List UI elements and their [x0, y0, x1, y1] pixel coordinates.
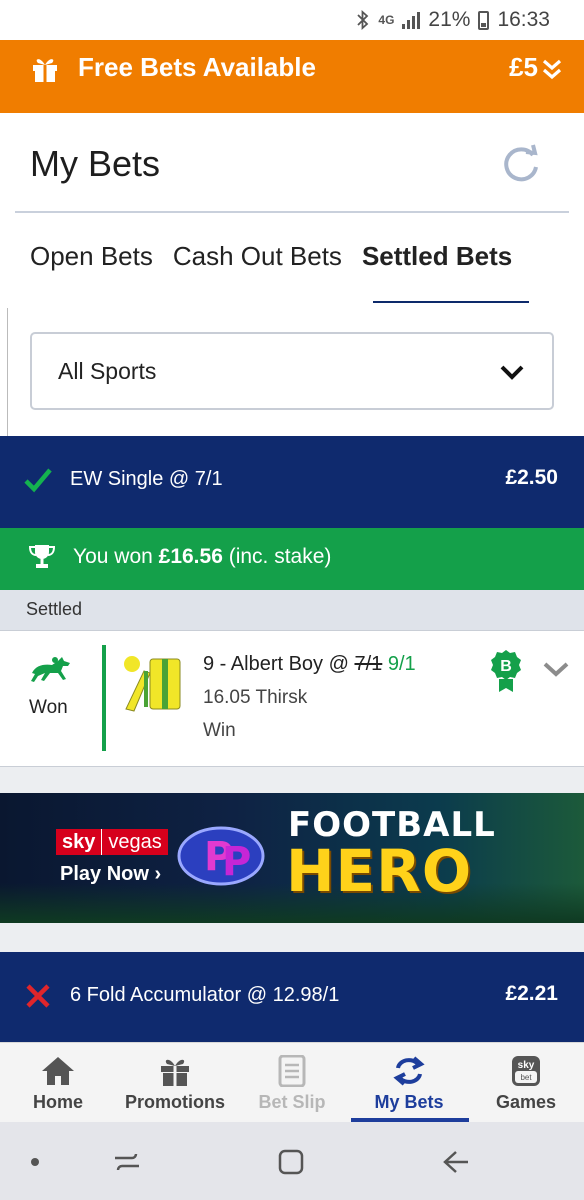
market-name: Win	[203, 720, 236, 741]
badge-letter: B	[500, 658, 512, 675]
winnings-suffix: (inc. stake)	[228, 545, 332, 568]
settled-label: Settled	[26, 599, 83, 619]
nav-label: Promotions	[124, 1092, 225, 1112]
chevron-down-icon[interactable]	[543, 661, 569, 677]
nav-label: Games	[495, 1092, 557, 1112]
jockey-silks-icon	[124, 656, 181, 712]
bet-header[interactable]: 6 Fold Accumulator @ 12.98/1 £2.21	[0, 952, 584, 1042]
boosted-odds: 9/1	[387, 653, 416, 675]
winnings-amount: £16.56	[158, 545, 223, 568]
sport-filter-select[interactable]: All Sports	[30, 332, 554, 410]
gift-icon	[33, 59, 57, 82]
network-type: 4G	[378, 13, 395, 27]
nav-label: Home	[32, 1092, 83, 1112]
home-icon	[42, 1057, 74, 1085]
trophy-icon	[28, 545, 56, 568]
winnings-text: You won £16.56 (inc. stake)	[73, 545, 331, 569]
chevron-down-icon	[500, 365, 524, 380]
tab-open-bets[interactable]: Open Bets	[30, 241, 153, 272]
play-now-link[interactable]: Play Now ›	[60, 863, 161, 886]
clock: 16:33	[497, 8, 550, 31]
divider	[15, 211, 569, 213]
free-bets-amount: £5	[509, 52, 538, 82]
refresh-icon[interactable]	[500, 143, 542, 185]
selection-row: Won 9 - Albert Boy @ 7/1 9/1 16.05 Thirs…	[0, 630, 584, 767]
runner-name: 9 - Albert Boy @	[203, 653, 349, 675]
betslip-icon	[278, 1055, 306, 1087]
tab-settled-bets[interactable]: Settled Bets	[362, 241, 512, 272]
race-info: 16.05 Thirsk	[203, 687, 308, 708]
bluetooth-icon	[357, 10, 369, 30]
nav-my-bets[interactable]: My Bets	[350, 1043, 468, 1123]
system-navigation-bar	[0, 1122, 584, 1200]
nav-dot-icon[interactable]	[31, 1158, 39, 1166]
horse-racing-icon	[31, 657, 70, 682]
recents-icon[interactable]	[112, 1148, 142, 1176]
signal-icon	[402, 11, 421, 29]
sport-filter-value: All Sports	[58, 358, 157, 384]
sky-vegas-logo: sky vegas	[56, 829, 168, 855]
winnings-bar: You won £16.56 (inc. stake)	[0, 528, 584, 590]
pp-logo-icon: P P	[177, 826, 265, 886]
bet-type: EW Single @ 7/1	[70, 468, 223, 490]
gift-icon	[161, 1059, 189, 1086]
football-hero-promo-banner[interactable]: sky vegas Play Now › P P FOOTBALL HERO	[0, 793, 584, 923]
skybet-games-icon: sky bet	[512, 1056, 540, 1086]
nav-bet-slip[interactable]: Bet Slip	[234, 1043, 350, 1123]
battery-icon	[478, 10, 490, 30]
home-button-icon[interactable]	[277, 1148, 305, 1176]
bet-tabs: Open Bets Cash Out Bets Settled Bets	[30, 241, 512, 272]
nav-games[interactable]: sky bet Games	[468, 1043, 584, 1123]
cross-icon	[26, 984, 50, 1008]
svg-text:P: P	[222, 839, 251, 885]
double-chevron-down-icon[interactable]	[542, 58, 562, 80]
back-icon[interactable]	[440, 1148, 470, 1176]
my-bets-header: My Bets Open Bets Cash Out Bets Settled …	[0, 113, 584, 307]
original-odds: 7/1	[354, 653, 383, 675]
battery-percent: 21%	[428, 8, 471, 31]
tab-cash-out-bets[interactable]: Cash Out Bets	[173, 241, 342, 272]
bet-header[interactable]: EW Single @ 7/1 £2.50	[0, 436, 584, 528]
page-title: My Bets	[30, 143, 161, 184]
runner-line: 9 - Albert Boy @ 7/1 9/1	[203, 653, 416, 676]
free-bets-title: Free Bets Available	[78, 52, 316, 82]
settled-section-label: Settled	[0, 590, 584, 630]
bet-stake: £2.21	[505, 982, 558, 1005]
nav-home[interactable]: Home	[0, 1043, 116, 1123]
nav-label: My Bets	[374, 1092, 444, 1112]
status-bar: 4G 21% 16:33	[0, 0, 584, 40]
nav-promotions[interactable]: Promotions	[116, 1043, 234, 1123]
result-indicator-bar	[102, 645, 106, 751]
selection-result: Won	[29, 697, 68, 718]
logo-vegas: vegas	[101, 829, 168, 855]
winnings-prefix: You won	[73, 545, 153, 568]
game-title-line2: HERO	[286, 837, 473, 905]
games-icon-top: sky	[518, 1060, 535, 1071]
logo-sky: sky	[56, 829, 102, 855]
bet-type: 6 Fold Accumulator @ 12.98/1	[70, 984, 340, 1006]
free-bets-banner[interactable]: Free Bets Available £5	[0, 40, 584, 113]
bottom-navigation: Home Promotions Bet Slip My Bets sky bet…	[0, 1042, 584, 1122]
best-odds-badge-icon: B	[491, 650, 521, 692]
nav-label: Bet Slip	[258, 1092, 326, 1112]
check-icon	[24, 468, 52, 493]
bet-stake: £2.50	[505, 466, 558, 489]
mybets-icon	[393, 1056, 425, 1086]
games-icon-bottom: bet	[520, 1073, 532, 1082]
